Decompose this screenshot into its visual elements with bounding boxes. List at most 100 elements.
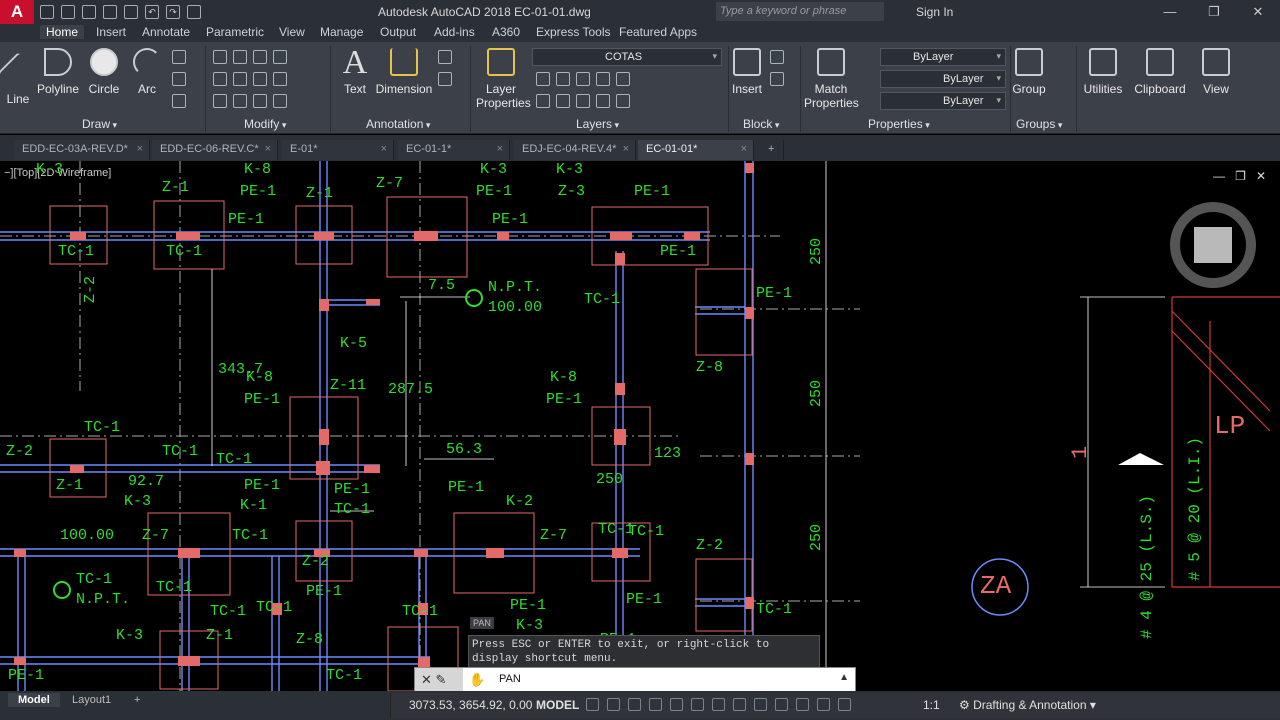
command-line-tools[interactable]: ✕ ✎ xyxy=(415,668,463,692)
command-line[interactable]: ✕ ✎ ✋ PAN ▲ xyxy=(414,667,856,693)
panel-modify[interactable]: Modify xyxy=(244,117,286,131)
circle-tool-button[interactable]: Circle xyxy=(86,48,122,96)
minimize-icon[interactable]: — xyxy=(1148,0,1192,24)
close-icon[interactable]: ✕ xyxy=(1256,169,1266,183)
annotation-visibility-icon[interactable] xyxy=(817,698,830,711)
tab-model[interactable]: Model xyxy=(8,693,60,707)
minimize-icon[interactable]: — xyxy=(1213,169,1225,183)
panel-block[interactable]: Block xyxy=(743,117,779,131)
copy-icon[interactable] xyxy=(213,72,227,86)
isodraft-icon[interactable] xyxy=(691,698,704,711)
array-icon[interactable] xyxy=(253,94,267,108)
close-tab-icon[interactable]: × xyxy=(381,143,387,155)
rotate-icon[interactable] xyxy=(233,50,247,64)
tab-a360[interactable]: A360 xyxy=(492,25,520,39)
doc-tab[interactable]: EDD-EC-06-REV.C* × xyxy=(152,140,278,160)
clipboard-button[interactable]: Clipboard xyxy=(1132,48,1188,96)
viewcube[interactable] xyxy=(1170,202,1256,288)
layer-dropdown[interactable]: COTAS xyxy=(532,48,722,66)
layer-properties-button[interactable]: Layer Properties xyxy=(476,48,531,110)
model-space-button[interactable]: MODEL xyxy=(536,698,579,712)
move-icon[interactable] xyxy=(213,50,227,64)
tab-insert[interactable]: Insert xyxy=(96,25,126,39)
explode-icon[interactable] xyxy=(273,72,287,86)
panel-groups[interactable]: Groups xyxy=(1016,117,1062,131)
otrack-icon[interactable] xyxy=(733,698,746,711)
tab-annotate[interactable]: Annotate xyxy=(142,25,190,39)
erase-icon[interactable] xyxy=(273,50,287,64)
fillet-icon[interactable] xyxy=(253,72,267,86)
close-tab-icon[interactable]: × xyxy=(741,143,747,155)
sign-in-button[interactable]: Sign In xyxy=(916,5,953,19)
polyline-tool-button[interactable]: Polyline xyxy=(36,48,80,96)
drawing-canvas[interactable]: −][Top][2D Wireframe] — ❐ ✕ K-3 Z-1 K-8 PE-1 Z… xyxy=(0,161,1280,693)
tab-home[interactable]: Home xyxy=(40,25,85,39)
new-icon[interactable] xyxy=(40,5,54,19)
insert-block-button[interactable]: Insert xyxy=(732,48,762,96)
infer-icon[interactable] xyxy=(628,698,641,711)
layer-previous-icon[interactable] xyxy=(616,94,630,108)
add-layout-button[interactable]: + xyxy=(124,693,150,707)
selection-cycling-icon[interactable] xyxy=(796,698,809,711)
close-tab-icon[interactable]: × xyxy=(497,143,503,155)
layer-lock-icon[interactable] xyxy=(596,72,610,86)
table-icon[interactable] xyxy=(438,72,452,86)
trim-icon[interactable] xyxy=(253,50,267,64)
hatch-icon[interactable] xyxy=(172,72,186,86)
color-dropdown[interactable]: ByLayer xyxy=(880,48,1006,66)
stretch-icon[interactable] xyxy=(213,94,227,108)
edit-block-icon[interactable] xyxy=(770,72,784,86)
new-tab-button[interactable]: + xyxy=(760,140,784,160)
leader-icon[interactable] xyxy=(438,50,452,64)
restore-icon[interactable]: ❐ xyxy=(1235,169,1246,183)
layer-unisolate-icon[interactable] xyxy=(556,94,570,108)
linetype-dropdown[interactable]: ByLayer xyxy=(880,70,1006,88)
doc-tab[interactable]: EDD-EC-03A-REV.D* × xyxy=(14,140,150,160)
layer-match-icon[interactable] xyxy=(616,72,630,86)
tab-output[interactable]: Output xyxy=(380,25,416,39)
command-history-icon[interactable]: ▲ xyxy=(839,672,849,683)
search-input[interactable]: Type a keyword or phrase xyxy=(716,2,884,21)
redo-icon[interactable]: ↷ xyxy=(166,5,180,19)
grid-icon[interactable] xyxy=(586,698,599,711)
layer-thaw-icon[interactable] xyxy=(576,94,590,108)
polar-icon[interactable] xyxy=(670,698,683,711)
close-tab-icon[interactable]: × xyxy=(623,143,629,155)
plot-icon[interactable] xyxy=(124,5,138,19)
lineweight-dropdown[interactable]: ByLayer xyxy=(880,92,1006,110)
panel-properties[interactable]: Properties xyxy=(868,117,930,131)
panel-layers[interactable]: Layers xyxy=(576,117,619,131)
close-tab-icon[interactable]: × xyxy=(137,143,143,155)
scale-icon[interactable] xyxy=(233,94,247,108)
restore-icon[interactable]: ❐ xyxy=(1192,0,1236,24)
layer-on-icon[interactable] xyxy=(536,94,550,108)
tab-featured-apps[interactable]: Featured Apps xyxy=(619,25,697,39)
save-as-icon[interactable] xyxy=(103,5,117,19)
snap-icon[interactable] xyxy=(607,698,620,711)
layer-freeze-icon[interactable] xyxy=(576,72,590,86)
match-properties-button[interactable]: Match Properties xyxy=(804,48,859,110)
text-tool-button[interactable]: A Text xyxy=(338,44,372,96)
layer-off-icon[interactable] xyxy=(536,72,550,86)
create-block-icon[interactable] xyxy=(770,50,784,64)
autocad-logo-button[interactable]: A xyxy=(0,0,34,24)
region-icon[interactable] xyxy=(172,94,186,108)
doc-tab[interactable]: E-01* × xyxy=(282,140,394,160)
tab-add-ins[interactable]: Add-ins xyxy=(434,25,475,39)
transparency-icon[interactable] xyxy=(775,698,788,711)
group-button[interactable]: Group xyxy=(1012,48,1046,96)
osnap-icon[interactable] xyxy=(712,698,725,711)
panel-annotation[interactable]: Annotation xyxy=(366,117,430,131)
open-icon[interactable] xyxy=(61,5,75,19)
tab-parametric[interactable]: Parametric xyxy=(206,25,264,39)
workspace-switch[interactable]: ⚙ Drafting & Annotation ▾ xyxy=(959,698,1096,712)
doc-tab[interactable]: EC-01-1* × xyxy=(398,140,510,160)
lineweight-icon[interactable] xyxy=(754,698,767,711)
dimension-tool-button[interactable]: Dimension xyxy=(374,48,434,96)
tab-express-tools[interactable]: Express Tools xyxy=(536,25,610,39)
ortho-icon[interactable] xyxy=(649,698,662,711)
layer-isolate-icon[interactable] xyxy=(556,72,570,86)
coordinates-readout[interactable]: 3073.53, 3654.92, 0.00 xyxy=(409,698,532,712)
line-tool-button[interactable]: Line xyxy=(0,48,38,106)
rectangle-icon[interactable] xyxy=(172,50,186,64)
